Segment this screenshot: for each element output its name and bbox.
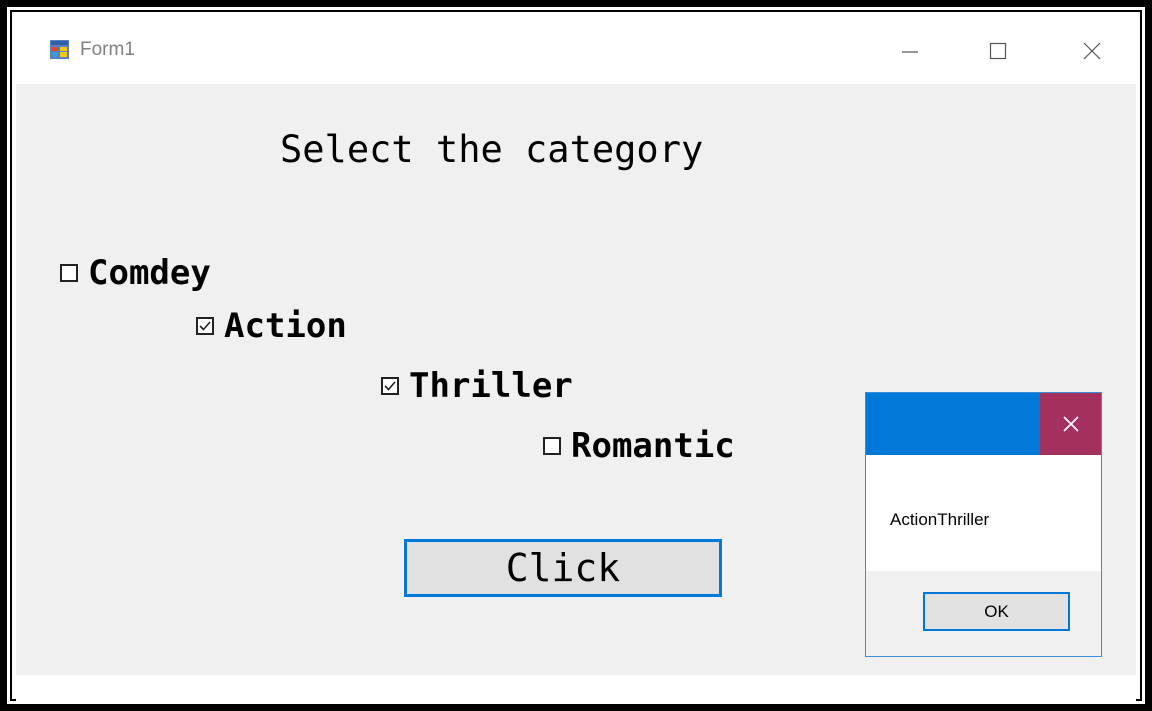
window-title: Form1 <box>80 39 135 60</box>
checkbox-label: Thriller <box>409 366 573 406</box>
checkbox-label: Comdey <box>88 253 211 293</box>
message-text: ActionThriller <box>890 510 990 529</box>
close-icon <box>1063 416 1079 432</box>
checkbox-box[interactable] <box>381 377 399 395</box>
message-box-close-button[interactable] <box>1040 393 1101 455</box>
title-bar[interactable]: Form1 <box>16 16 1136 84</box>
app-icon <box>50 40 69 59</box>
checkbox-thriller[interactable]: Thriller <box>381 366 573 406</box>
checkmark-icon <box>384 381 396 391</box>
checkbox-label: Action <box>224 306 347 346</box>
click-button[interactable]: Click <box>404 539 722 597</box>
checkbox-action[interactable]: Action <box>196 306 347 346</box>
checkbox-romantic[interactable]: Romantic <box>543 426 735 466</box>
checkbox-box[interactable] <box>543 437 561 455</box>
minimize-icon <box>902 51 918 53</box>
close-icon <box>1083 42 1101 60</box>
message-box-footer: OK <box>866 571 1101 656</box>
checkbox-box[interactable] <box>60 264 78 282</box>
minimize-button[interactable] <box>884 32 936 70</box>
form-heading: Select the category <box>280 128 704 171</box>
checkbox-box[interactable] <box>196 317 214 335</box>
checkbox-label: Romantic <box>571 426 735 466</box>
ok-button[interactable]: OK <box>923 592 1070 631</box>
checkmark-icon <box>199 321 211 331</box>
message-box: ActionThriller OK <box>865 392 1102 657</box>
maximize-button[interactable] <box>972 32 1024 70</box>
checkbox-comedy[interactable]: Comdey <box>60 253 211 293</box>
window-bottom-strip <box>16 675 1136 702</box>
maximize-icon <box>989 42 1007 60</box>
close-button[interactable] <box>1066 32 1118 70</box>
